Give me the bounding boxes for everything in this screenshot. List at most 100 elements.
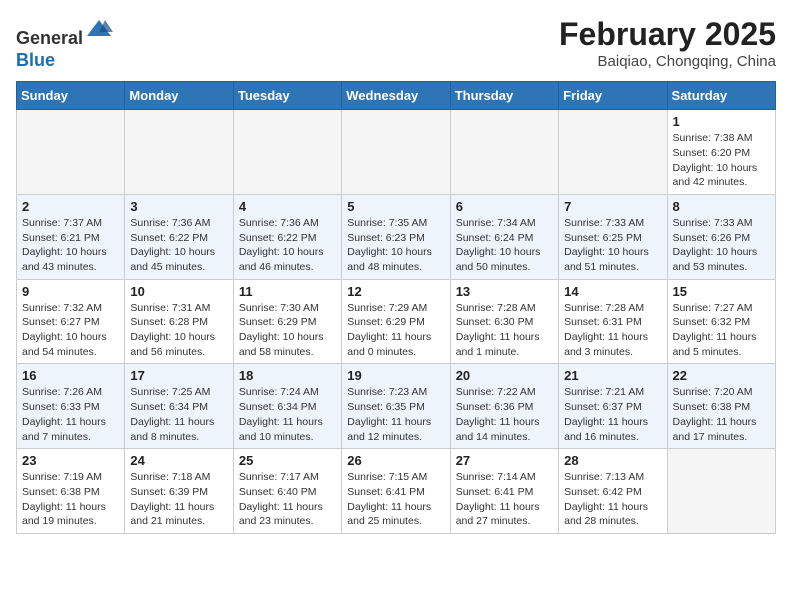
day-number: 10 [130, 284, 227, 299]
calendar-cell [233, 110, 341, 195]
calendar-cell: 27 Sunrise: 7:14 AM Sunset: 6:41 PM Dayli… [450, 449, 558, 534]
day-info: Sunrise: 7:27 AM Sunset: 6:32 PM Dayligh… [673, 301, 770, 360]
day-number: 22 [673, 368, 770, 383]
day-info: Sunrise: 7:26 AM Sunset: 6:33 PM Dayligh… [22, 385, 119, 444]
calendar-cell: 1 Sunrise: 7:38 AM Sunset: 6:20 PM Daylig… [667, 110, 775, 195]
calendar-cell: 21 Sunrise: 7:21 AM Sunset: 6:37 PM Dayli… [559, 364, 667, 449]
calendar-cell: 16 Sunrise: 7:26 AM Sunset: 6:33 PM Dayli… [17, 364, 125, 449]
day-info: Sunrise: 7:14 AM Sunset: 6:41 PM Dayligh… [456, 470, 553, 529]
logo-blue: Blue [16, 50, 55, 70]
day-number: 9 [22, 284, 119, 299]
day-number: 26 [347, 453, 444, 468]
day-number: 3 [130, 199, 227, 214]
weekday-header-thursday: Thursday [450, 82, 558, 110]
day-number: 1 [673, 114, 770, 129]
day-number: 6 [456, 199, 553, 214]
calendar-cell: 13 Sunrise: 7:28 AM Sunset: 6:30 PM Dayli… [450, 279, 558, 364]
week-row-5: 23 Sunrise: 7:19 AM Sunset: 6:38 PM Dayli… [17, 449, 776, 534]
day-number: 11 [239, 284, 336, 299]
weekday-header-tuesday: Tuesday [233, 82, 341, 110]
calendar-cell: 9 Sunrise: 7:32 AM Sunset: 6:27 PM Daylig… [17, 279, 125, 364]
day-number: 18 [239, 368, 336, 383]
day-number: 19 [347, 368, 444, 383]
calendar-cell: 25 Sunrise: 7:17 AM Sunset: 6:40 PM Dayli… [233, 449, 341, 534]
day-info: Sunrise: 7:31 AM Sunset: 6:28 PM Dayligh… [130, 301, 227, 360]
weekday-header-sunday: Sunday [17, 82, 125, 110]
day-info: Sunrise: 7:32 AM Sunset: 6:27 PM Dayligh… [22, 301, 119, 360]
calendar-cell: 5Sunrise: 7:35 AM Sunset: 6:23 PM Daylig… [342, 194, 450, 279]
calendar-cell: 15 Sunrise: 7:27 AM Sunset: 6:32 PM Dayli… [667, 279, 775, 364]
day-number: 16 [22, 368, 119, 383]
day-number: 24 [130, 453, 227, 468]
logo-icon [85, 16, 113, 44]
calendar-cell: 24 Sunrise: 7:18 AM Sunset: 6:39 PM Dayli… [125, 449, 233, 534]
calendar-cell [17, 110, 125, 195]
day-info: Sunrise: 7:28 AM Sunset: 6:30 PM Dayligh… [456, 301, 553, 360]
day-info: Sunrise: 7:33 AM Sunset: 6:26 PM Dayligh… [673, 216, 770, 275]
day-number: 7 [564, 199, 661, 214]
day-info: Sunrise: 7:24 AM Sunset: 6:34 PM Dayligh… [239, 385, 336, 444]
day-info: Sunrise: 7:19 AM Sunset: 6:38 PM Dayligh… [22, 470, 119, 529]
day-number: 13 [456, 284, 553, 299]
day-info: Sunrise: 7:13 AM Sunset: 6:42 PM Dayligh… [564, 470, 661, 529]
logo: General Blue [16, 16, 113, 71]
title-block: February 2025 Baiqiao, Chongqing, China [559, 16, 776, 70]
day-number: 28 [564, 453, 661, 468]
calendar-cell: 14Sunrise: 7:28 AM Sunset: 6:31 PM Dayli… [559, 279, 667, 364]
weekday-header-saturday: Saturday [667, 82, 775, 110]
calendar-cell [342, 110, 450, 195]
page-header: General Blue February 2025 Baiqiao, Chon… [16, 16, 776, 71]
day-info: Sunrise: 7:38 AM Sunset: 6:20 PM Dayligh… [673, 131, 770, 190]
calendar-cell [125, 110, 233, 195]
day-number: 17 [130, 368, 227, 383]
day-info: Sunrise: 7:28 AM Sunset: 6:31 PM Dayligh… [564, 301, 661, 360]
calendar-cell: 19 Sunrise: 7:23 AM Sunset: 6:35 PM Dayli… [342, 364, 450, 449]
day-number: 20 [456, 368, 553, 383]
day-number: 25 [239, 453, 336, 468]
logo-general: General [16, 28, 83, 48]
weekday-header-row: SundayMondayTuesdayWednesdayThursdayFrid… [17, 82, 776, 110]
day-number: 27 [456, 453, 553, 468]
calendar-cell: 4Sunrise: 7:36 AM Sunset: 6:22 PM Daylig… [233, 194, 341, 279]
calendar-cell: 7 Sunrise: 7:33 AM Sunset: 6:25 PM Daylig… [559, 194, 667, 279]
day-number: 23 [22, 453, 119, 468]
calendar-cell: 6Sunrise: 7:34 AM Sunset: 6:24 PM Daylig… [450, 194, 558, 279]
calendar-table: SundayMondayTuesdayWednesdayThursdayFrid… [16, 81, 776, 534]
day-info: Sunrise: 7:25 AM Sunset: 6:34 PM Dayligh… [130, 385, 227, 444]
day-info: Sunrise: 7:33 AM Sunset: 6:25 PM Dayligh… [564, 216, 661, 275]
day-info: Sunrise: 7:37 AM Sunset: 6:21 PM Dayligh… [22, 216, 119, 275]
calendar-cell: 28 Sunrise: 7:13 AM Sunset: 6:42 PM Dayli… [559, 449, 667, 534]
calendar-cell: 20Sunrise: 7:22 AM Sunset: 6:36 PM Dayli… [450, 364, 558, 449]
day-info: Sunrise: 7:29 AM Sunset: 6:29 PM Dayligh… [347, 301, 444, 360]
day-info: Sunrise: 7:18 AM Sunset: 6:39 PM Dayligh… [130, 470, 227, 529]
calendar-cell [559, 110, 667, 195]
day-number: 21 [564, 368, 661, 383]
day-number: 2 [22, 199, 119, 214]
calendar-cell: 17 Sunrise: 7:25 AM Sunset: 6:34 PM Dayli… [125, 364, 233, 449]
day-info: Sunrise: 7:35 AM Sunset: 6:23 PM Dayligh… [347, 216, 444, 275]
calendar-cell: 2 Sunrise: 7:37 AM Sunset: 6:21 PM Daylig… [17, 194, 125, 279]
calendar-cell [450, 110, 558, 195]
week-row-4: 16 Sunrise: 7:26 AM Sunset: 6:33 PM Dayli… [17, 364, 776, 449]
week-row-2: 2 Sunrise: 7:37 AM Sunset: 6:21 PM Daylig… [17, 194, 776, 279]
calendar-cell: 10 Sunrise: 7:31 AM Sunset: 6:28 PM Dayli… [125, 279, 233, 364]
weekday-header-monday: Monday [125, 82, 233, 110]
month-title: February 2025 [559, 16, 776, 53]
week-row-3: 9 Sunrise: 7:32 AM Sunset: 6:27 PM Daylig… [17, 279, 776, 364]
calendar-cell: 23 Sunrise: 7:19 AM Sunset: 6:38 PM Dayli… [17, 449, 125, 534]
weekday-header-wednesday: Wednesday [342, 82, 450, 110]
day-info: Sunrise: 7:15 AM Sunset: 6:41 PM Dayligh… [347, 470, 444, 529]
calendar-cell: 8 Sunrise: 7:33 AM Sunset: 6:26 PM Daylig… [667, 194, 775, 279]
calendar-cell: 11Sunrise: 7:30 AM Sunset: 6:29 PM Dayli… [233, 279, 341, 364]
day-number: 12 [347, 284, 444, 299]
day-info: Sunrise: 7:23 AM Sunset: 6:35 PM Dayligh… [347, 385, 444, 444]
weekday-header-friday: Friday [559, 82, 667, 110]
calendar-cell: 3Sunrise: 7:36 AM Sunset: 6:22 PM Daylig… [125, 194, 233, 279]
calendar-cell: 18 Sunrise: 7:24 AM Sunset: 6:34 PM Dayli… [233, 364, 341, 449]
day-info: Sunrise: 7:21 AM Sunset: 6:37 PM Dayligh… [564, 385, 661, 444]
day-number: 8 [673, 199, 770, 214]
calendar-cell: 12 Sunrise: 7:29 AM Sunset: 6:29 PM Dayli… [342, 279, 450, 364]
day-info: Sunrise: 7:20 AM Sunset: 6:38 PM Dayligh… [673, 385, 770, 444]
day-number: 15 [673, 284, 770, 299]
day-info: Sunrise: 7:17 AM Sunset: 6:40 PM Dayligh… [239, 470, 336, 529]
